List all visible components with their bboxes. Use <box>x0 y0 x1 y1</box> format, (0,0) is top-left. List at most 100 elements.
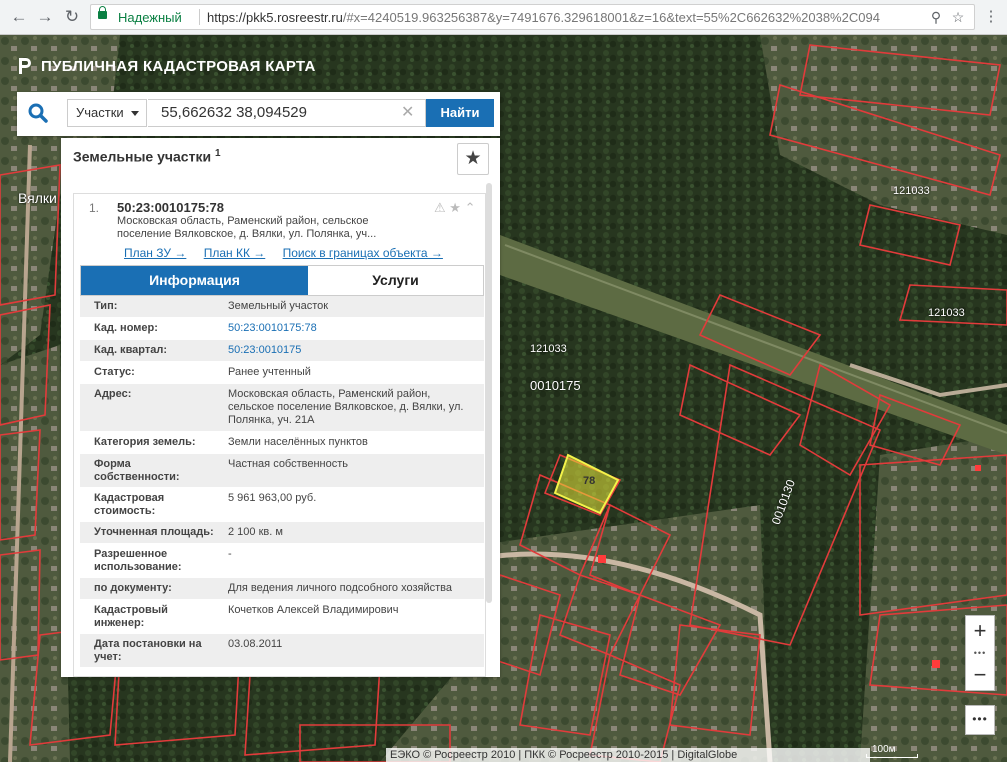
star-icon[interactable]: ★ <box>449 200 461 215</box>
map-label-code-b: 121033 <box>928 307 965 319</box>
bookmark-star-icon[interactable]: ☆ <box>949 8 967 26</box>
lock-icon <box>98 6 107 19</box>
results-title-text: Земельные участки <box>73 148 212 165</box>
back-icon[interactable]: ← <box>8 6 30 28</box>
info-row-label: Категория земель: <box>94 436 196 448</box>
info-row-value: Частная собственность <box>228 458 349 470</box>
info-row: Разрешенное использование: - <box>80 544 484 578</box>
info-row: Дата постановки на учет: 03.08.2011 <box>80 634 484 668</box>
results-title: Земельные участки 1 <box>73 148 221 165</box>
info-row-value[interactable]: 50:23:0010175 <box>228 344 468 357</box>
zoom-controls: + ••• − <box>965 615 995 691</box>
search-icon[interactable] <box>27 102 49 124</box>
zoom-page-icon[interactable]: ⚲ <box>927 8 945 26</box>
url-text[interactable]: https://pkk5.rosreestr.ru/#x=4240519.963… <box>207 10 922 25</box>
info-row-label: Дата постановки на учет: <box>94 638 202 663</box>
info-row: Кадастровая стоимость: 5 961 963,00 руб. <box>80 488 484 522</box>
info-row-value: Земельный участок <box>228 300 329 312</box>
info-row-value: Московская область, Раменский район, сел… <box>228 388 464 426</box>
info-row-value: 03.08.2011 <box>228 638 283 650</box>
info-row-label: Кад. квартал: <box>94 344 168 356</box>
zoom-out-button[interactable]: − <box>966 660 994 690</box>
url-host: https://pkk5.rosreestr.ru <box>207 10 343 25</box>
search-input[interactable]: 55,662632 38,094529 <box>148 99 426 127</box>
info-row-value: 5 961 963,00 руб. <box>228 492 317 504</box>
chevron-up-icon[interactable]: ⌃ <box>465 200 476 215</box>
link-plan-zu[interactable]: План ЗУ → <box>124 246 186 260</box>
map-label-quarter-a: 0010175 <box>530 378 581 393</box>
panel-scrollbar[interactable] <box>486 183 492 603</box>
rosreestr-logo-icon <box>19 58 31 74</box>
result-tabs: Информация Услуги <box>80 265 484 296</box>
info-row-value: Земли населённых пунктов <box>228 436 368 448</box>
map-attribution: ЕЭКО © Росреестр 2010 | ПКК © Росреестр … <box>386 748 870 762</box>
search-category-value: Участки <box>76 105 124 120</box>
warning-icon[interactable]: ⚠ <box>434 200 446 215</box>
info-row-value: 2 100 кв. м <box>228 526 283 538</box>
zoom-level-dots: ••• <box>973 648 987 658</box>
info-table: Тип: Земельный участок Кад. номер: 50:23:00… <box>80 296 484 668</box>
result-links: План ЗУ → План КК → Поиск в границах объ… <box>124 246 457 260</box>
map-label-village: Вялки <box>18 190 57 206</box>
info-row: Категория земель: Земли населённых пункто… <box>80 432 484 454</box>
search-query-text: 55,662632 38,094529 <box>161 104 307 121</box>
info-row-label: по документу: <box>94 582 172 594</box>
map-label-code-a: 121033 <box>530 343 567 355</box>
zoom-in-button[interactable]: + <box>966 616 994 646</box>
info-row-value: Кочетков Алексей Владимирович <box>228 604 399 616</box>
info-row-label: Разрешенное использование: <box>94 548 182 573</box>
map-label-code-c: 121033 <box>893 185 930 197</box>
tab-services[interactable]: Услуги <box>308 266 483 295</box>
address-bar[interactable]: Надежный https://pkk5.rosreestr.ru/#x=42… <box>90 4 975 30</box>
scale-bar <box>866 754 918 758</box>
card-actions: ⚠ ★ ⌃ <box>434 200 475 216</box>
info-row: Адрес: Московская область, Раменский райо… <box>80 384 484 432</box>
omnibox-divider <box>199 9 200 25</box>
info-row: Уточненная площадь: 2 100 кв. м <box>80 522 484 544</box>
url-path: /#x=4240519.963256387&y=7491676.32961800… <box>342 10 880 25</box>
info-row-label: Статус: <box>94 366 135 378</box>
reload-icon[interactable]: ↻ <box>61 6 83 28</box>
app-title: ПУБЛИЧНАЯ КАДАСТРОВАЯ КАРТА <box>16 56 316 76</box>
info-row-label: Кад. номер: <box>94 322 158 334</box>
favorite-star-button[interactable]: ★ <box>457 143 489 175</box>
info-row-label: Форма собственности: <box>94 458 180 483</box>
forward-icon[interactable]: → <box>34 6 56 28</box>
info-row-value: - <box>228 548 232 560</box>
info-row-label: Уточненная площадь: <box>94 526 214 538</box>
secure-label: Надежный <box>118 10 182 25</box>
result-cad-number[interactable]: 50:23:0010175:78 <box>117 200 224 215</box>
result-address: Московская область, Раменский район, сел… <box>117 215 377 240</box>
info-row-label: Тип: <box>94 300 118 312</box>
info-row-value: Ранее учтенный <box>228 366 311 378</box>
result-card: 1. 50:23:0010175:78 Московская область, … <box>73 193 486 677</box>
browser-toolbar: ← → ↻ Надежный https://pkk5.rosreestr.ru… <box>0 0 1007 35</box>
info-row: Статус: Ранее учтенный <box>80 362 484 384</box>
more-options-button[interactable]: ••• <box>965 705 995 735</box>
results-panel: Земельные участки 1 ★ 1. 50:23:0010175:7… <box>61 138 500 677</box>
info-row-label: Кадастровая стоимость: <box>94 492 165 517</box>
info-row: Кад. квартал: 50:23:0010175 <box>80 340 484 362</box>
tab-information[interactable]: Информация <box>81 266 308 295</box>
link-search-boundaries[interactable]: Поиск в границах объекта → <box>283 246 443 260</box>
map-label-selected-parcel[interactable]: 78 <box>583 475 595 487</box>
result-index: 1. <box>89 201 100 215</box>
info-row-value[interactable]: 50:23:0010175:78 <box>228 322 468 335</box>
info-row-value: Для ведения личного подсобного хозяйства <box>228 582 452 594</box>
info-row-label: Кадастровый инженер: <box>94 604 168 629</box>
browser-menu-icon[interactable]: ⋮ <box>980 6 1002 28</box>
info-row: Форма собственности: Частная собственност… <box>80 454 484 488</box>
info-row: Тип: Земельный участок <box>80 296 484 318</box>
search-category-select[interactable]: Участки <box>67 99 147 127</box>
chevron-down-icon <box>131 111 139 116</box>
clear-search-icon[interactable]: ✕ <box>401 99 414 127</box>
find-button[interactable]: Найти <box>426 99 494 127</box>
search-bar: Участки 55,662632 38,094529 ✕ Найти <box>17 92 500 136</box>
info-row: по документу: Для ведения личного подсобн… <box>80 578 484 600</box>
info-row: Кадастровый инженер: Кочетков Алексей Вла… <box>80 600 484 634</box>
link-plan-kk[interactable]: План КК → <box>204 246 266 260</box>
info-row: Кад. номер: 50:23:0010175:78 <box>80 318 484 340</box>
app-title-text: ПУБЛИЧНАЯ КАДАСТРОВАЯ КАРТА <box>41 57 316 75</box>
results-count: 1 <box>214 148 221 159</box>
info-row-label: Адрес: <box>94 388 132 400</box>
